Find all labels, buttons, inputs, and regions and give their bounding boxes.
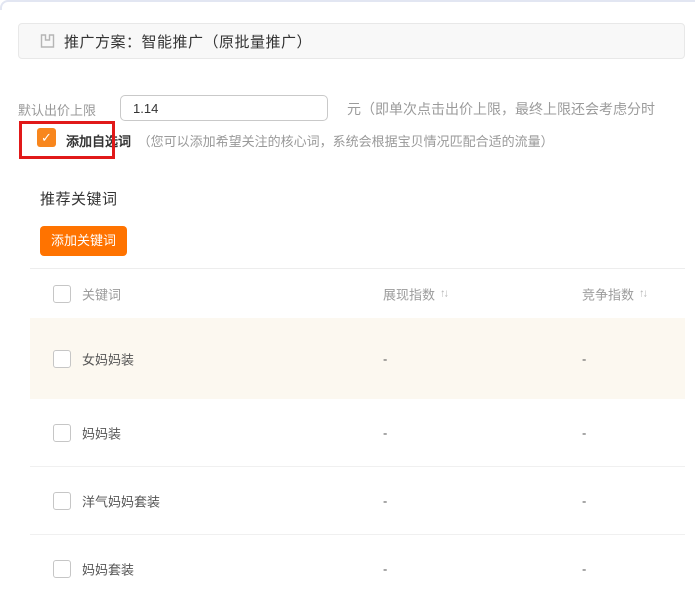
add-keywords-button[interactable]: 添加关键词 — [40, 226, 127, 256]
table-row: 妈妈装 - - — [30, 399, 685, 467]
bid-limit-hint: 元（即单次点击出价上限，最终上限还会考虑分时 — [347, 99, 695, 119]
table-row: 洋气妈妈套装 - - — [30, 467, 685, 535]
competition-cell: - — [582, 493, 586, 508]
recommended-keywords-title: 推荐关键词 — [40, 188, 118, 209]
keyword-cell: 妈妈装 — [82, 423, 121, 442]
row-checkbox[interactable] — [53, 350, 71, 368]
table-row: 妈妈套装 - - — [30, 535, 685, 603]
checkmark-icon: ✓ — [41, 131, 52, 144]
column-header-impression-index: 展现指数 ↑↓ — [383, 284, 447, 303]
sort-icon[interactable]: ↑↓ — [639, 288, 646, 300]
custom-words-checkbox[interactable]: ✓ — [37, 128, 56, 147]
keyword-cell: 妈妈套装 — [82, 560, 134, 579]
impression-cell: - — [383, 351, 387, 366]
sort-icon[interactable]: ↑↓ — [440, 288, 447, 300]
impression-cell: - — [383, 493, 387, 508]
impression-cell: - — [383, 425, 387, 440]
select-all-checkbox[interactable] — [53, 285, 71, 303]
impression-cell: - — [383, 562, 387, 577]
competition-cell: - — [582, 351, 586, 366]
keyword-cell: 洋气妈妈套装 — [82, 491, 160, 510]
plan-header-bar: 推广方案：智能推广（原批量推广） — [18, 23, 685, 59]
keywords-table: 关键词 展现指数 ↑↓ 竞争指数 ↑↓ 女妈妈装 - - 妈妈装 - - — [30, 268, 685, 603]
bid-limit-input[interactable] — [120, 95, 328, 121]
smart-promotion-panel: 推广方案：智能推广（原批量推广） 默认出价上限 元（即单次点击出价上限，最终上限… — [0, 0, 695, 603]
custom-words-hint: （您可以添加希望关注的核心词，系统会根据宝贝情况匹配合适的流量） — [138, 134, 554, 149]
competition-cell: - — [582, 425, 586, 440]
keyword-cell: 女妈妈装 — [82, 349, 134, 368]
custom-words-label: 添加自选词 — [66, 134, 131, 149]
table-header-row: 关键词 展现指数 ↑↓ 竞争指数 ↑↓ — [30, 268, 685, 318]
table-row: 女妈妈装 - - — [30, 318, 685, 399]
column-header-competition-index: 竞争指数 ↑↓ — [582, 284, 646, 303]
competition-cell: - — [582, 562, 586, 577]
tag-icon — [40, 34, 55, 48]
custom-words-row: 添加自选词 （您可以添加希望关注的核心词，系统会根据宝贝情况匹配合适的流量） — [66, 131, 554, 150]
row-checkbox[interactable] — [53, 560, 71, 578]
panel-top-border — [0, 0, 695, 10]
bid-limit-label: 默认出价上限 — [18, 100, 96, 119]
column-header-keyword: 关键词 — [82, 284, 121, 303]
row-checkbox[interactable] — [53, 424, 71, 442]
plan-title: 推广方案：智能推广（原批量推广） — [64, 31, 312, 52]
row-checkbox[interactable] — [53, 492, 71, 510]
